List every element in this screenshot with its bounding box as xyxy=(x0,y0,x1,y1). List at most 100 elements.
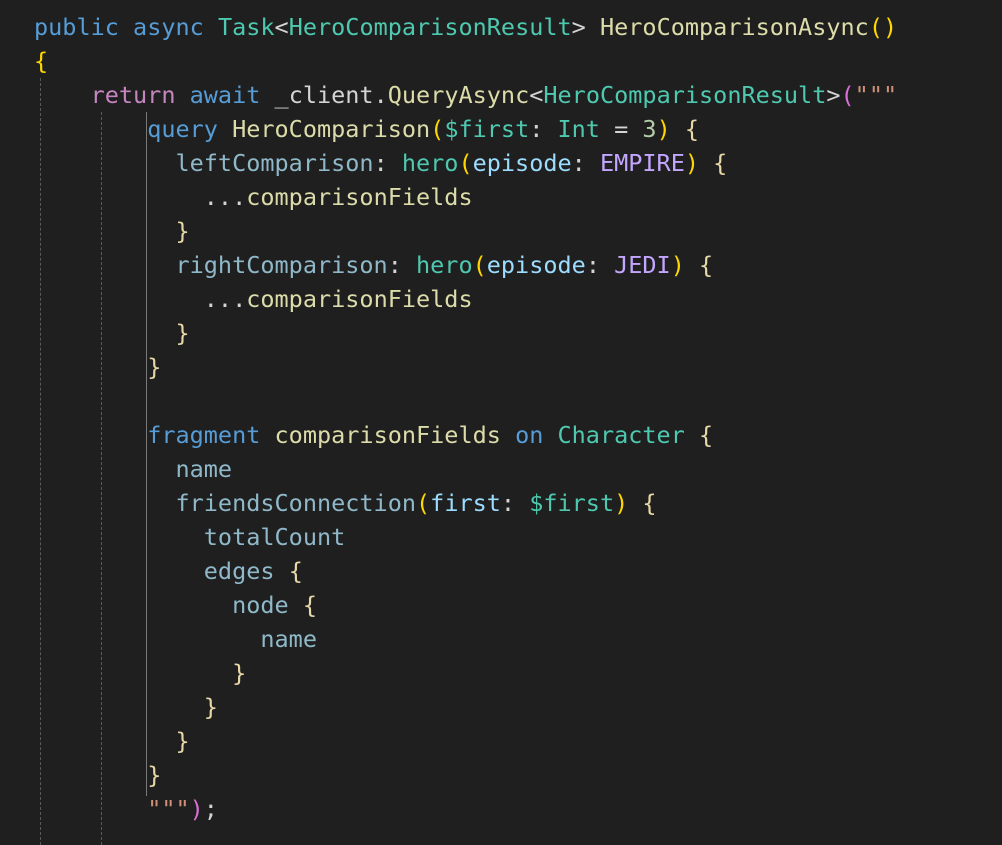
code-token: HeroComparison xyxy=(232,115,431,143)
code-editor[interactable]: public async Task<HeroComparisonResult> … xyxy=(0,0,1002,845)
code-token: _client xyxy=(274,81,374,109)
code-token: = xyxy=(599,115,643,143)
code-token: } xyxy=(147,761,162,789)
code-token: Character xyxy=(557,421,685,449)
code-token: ... xyxy=(203,285,247,313)
code-token: ( xyxy=(416,489,431,517)
code-token: totalCount xyxy=(203,523,346,551)
code-token: rightComparison xyxy=(175,251,388,279)
code-token: { xyxy=(34,47,49,75)
code-token: () xyxy=(868,13,898,41)
code-token: name xyxy=(175,455,233,483)
code-token: } xyxy=(203,693,218,721)
code-token: comparisonFields xyxy=(246,183,473,211)
code-area[interactable]: public async Task<HeroComparisonResult> … xyxy=(34,10,897,826)
code-token: episode xyxy=(472,149,572,177)
code-line: edges { xyxy=(34,554,897,588)
code-token: node xyxy=(232,591,289,619)
code-line: } xyxy=(34,350,897,384)
code-token: : xyxy=(373,149,402,177)
code-token: """ xyxy=(147,795,190,823)
code-token: { xyxy=(699,251,714,279)
code-line: """); xyxy=(34,792,897,826)
code-line: rightComparison: hero(episode: JEDI) { xyxy=(34,248,897,282)
code-token: leftComparison xyxy=(175,149,374,177)
code-token: : xyxy=(585,251,615,279)
code-line: } xyxy=(34,690,897,724)
code-token: } xyxy=(232,659,247,687)
code-token: comparisonFields xyxy=(246,285,473,313)
code-token: on xyxy=(515,421,544,449)
code-token: < xyxy=(274,13,289,41)
code-token: . xyxy=(373,81,388,109)
code-token: : xyxy=(571,149,600,177)
code-token: first xyxy=(430,489,501,517)
code-line: } xyxy=(34,758,897,792)
code-token: ( xyxy=(840,81,855,109)
code-token: name xyxy=(260,625,317,653)
code-token: Task xyxy=(217,13,275,41)
code-token: Int xyxy=(557,115,600,143)
code-line: return await _client.QueryAsync<HeroComp… xyxy=(34,78,898,112)
code-token: 3 xyxy=(642,115,657,143)
code-token: $first xyxy=(529,489,615,517)
code-token: hero xyxy=(401,149,459,177)
code-token: > xyxy=(571,13,586,41)
code-token: { xyxy=(713,149,728,177)
code-line: leftComparison: hero(episode: EMPIRE) { xyxy=(34,146,897,180)
code-line: } xyxy=(34,214,897,248)
code-token: HeroComparisonResult xyxy=(543,81,827,109)
code-token: """ xyxy=(854,81,898,109)
code-token: fragment xyxy=(147,421,261,449)
code-token: HeroComparisonAsync xyxy=(599,13,869,41)
code-token: hero xyxy=(416,251,473,279)
code-token: { xyxy=(699,421,714,449)
code-token: } xyxy=(175,319,190,347)
code-token: ( xyxy=(472,251,487,279)
code-token: comparisonFields xyxy=(274,421,501,449)
code-token: ) xyxy=(684,149,699,177)
code-token: public xyxy=(34,13,119,41)
code-token: episode xyxy=(486,251,586,279)
code-token: ) xyxy=(670,251,685,279)
code-line: fragment comparisonFields on Character { xyxy=(34,418,897,452)
code-line: query HeroComparison($first: Int = 3) { xyxy=(34,112,897,146)
code-token: $first xyxy=(444,115,530,143)
code-line: } xyxy=(34,656,897,690)
code-token: HeroComparisonResult xyxy=(288,13,572,41)
code-line: name xyxy=(34,452,897,486)
code-token: } xyxy=(175,727,190,755)
code-line: public async Task<HeroComparisonResult> … xyxy=(34,10,897,44)
code-token: async xyxy=(133,13,204,41)
code-token: QueryAsync xyxy=(387,81,530,109)
code-token: query xyxy=(147,115,218,143)
code-line: totalCount xyxy=(34,520,897,554)
code-token: friendsConnection xyxy=(175,489,417,517)
code-token: : xyxy=(529,115,558,143)
code-line: ...comparisonFields xyxy=(34,282,897,316)
